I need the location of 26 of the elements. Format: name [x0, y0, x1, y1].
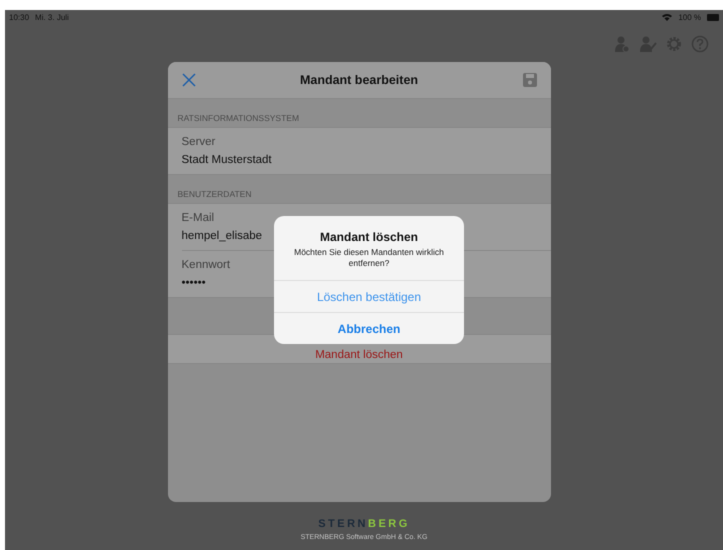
- field-label: Server: [182, 136, 216, 148]
- status-time: 10:30: [9, 12, 30, 22]
- alert-action[interactable]: Abbrechen: [274, 312, 464, 344]
- field-value: hempel_elisabe: [182, 230, 262, 242]
- save-icon[interactable]: [522, 73, 536, 87]
- battery-icon: [707, 14, 719, 20]
- user-edit-icon[interactable]: [639, 35, 657, 53]
- help-icon[interactable]: [691, 35, 709, 53]
- section-header: RATSINFORMATIONSSYSTEM: [176, 112, 300, 125]
- field-label: E-Mail: [182, 212, 214, 224]
- alert-title: Mandant löschen: [320, 230, 418, 244]
- status-date: Mi. 3. Juli: [35, 12, 69, 22]
- alert-action[interactable]: Löschen bestätigen: [274, 280, 464, 312]
- alert-message: Möchten Sie diesen Mandanten wirklich entfernen?: [294, 247, 444, 268]
- battery-percent: 100 %: [678, 12, 701, 22]
- form-field[interactable]: Server Stadt Musterstadt: [182, 128, 550, 174]
- field-label: Kennwort: [182, 259, 230, 271]
- field-value: ••••••: [182, 277, 206, 289]
- close-icon[interactable]: [182, 73, 196, 87]
- section-header: BENUTZERDATEN: [176, 188, 252, 201]
- user-add-icon[interactable]: [613, 35, 631, 53]
- delete-button[interactable]: Mandant löschen: [315, 349, 403, 361]
- wifi-icon: [662, 13, 672, 21]
- settings-icon[interactable]: [665, 35, 683, 53]
- dialog-title: Mandant bearbeiten: [298, 73, 420, 87]
- field-value: Stadt Musterstadt: [182, 154, 272, 166]
